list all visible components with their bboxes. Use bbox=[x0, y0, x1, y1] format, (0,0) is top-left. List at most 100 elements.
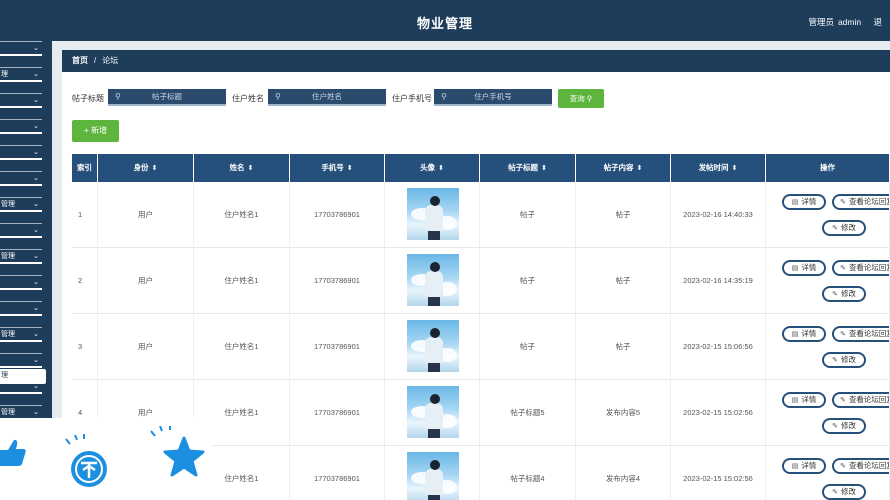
edit-icon: ✎ bbox=[832, 423, 838, 430]
sidebar-item[interactable]: 管理 ⌄ bbox=[0, 197, 42, 212]
view-reply-button[interactable]: ✎ 查看论坛回复 bbox=[832, 458, 889, 474]
avatar-image bbox=[407, 188, 459, 240]
search-icon: ⚲ bbox=[115, 92, 121, 101]
edit-button[interactable]: ✎ 修改 bbox=[822, 352, 866, 368]
sidebar-item-label: 理 bbox=[1, 71, 8, 78]
sidebar-item[interactable]: 理 ⌄ bbox=[0, 67, 42, 82]
chevron-down-icon: ⌄ bbox=[33, 175, 39, 182]
table-row: 3 用户 住户姓名1 17703786901 帖子 帖子 2023-02-15 15:06:… bbox=[72, 314, 890, 380]
title-search-input[interactable]: ⚲ 帖子标题 bbox=[108, 89, 226, 106]
cell-actions: ▤ 详情 ✎ 查看论坛回复 ✎ 修改 bbox=[766, 182, 890, 248]
column-header: 索引 bbox=[72, 154, 98, 182]
sort-icon: ⬍ bbox=[636, 165, 643, 172]
user-role: 管理员 bbox=[808, 17, 834, 27]
edit-button[interactable]: ✎ 修改 bbox=[822, 220, 866, 236]
edit-icon: ✎ bbox=[840, 331, 846, 338]
column-header[interactable]: 发帖时间 ⬍ bbox=[671, 154, 766, 182]
chevron-down-icon: ⌄ bbox=[33, 149, 39, 156]
top-header: 物业管理 管理员 admin 退 bbox=[0, 0, 890, 41]
logout-link[interactable]: 退 bbox=[873, 17, 882, 27]
column-header[interactable]: 姓名 ⬍ bbox=[194, 154, 290, 182]
column-header[interactable]: 手机号 ⬍ bbox=[290, 154, 385, 182]
document-icon: ▤ bbox=[791, 199, 799, 206]
avatar-image bbox=[407, 254, 459, 306]
cell-title: 帖子标题4 bbox=[480, 446, 576, 500]
sidebar-item[interactable]: 管理 ⌄ bbox=[0, 249, 42, 264]
cell-avatar bbox=[385, 248, 480, 314]
name-search-input[interactable]: ⚲ 住户姓名 bbox=[268, 89, 386, 106]
query-button[interactable]: 查询 ⚲ bbox=[558, 89, 604, 108]
column-header[interactable]: 帖子标题 ⬍ bbox=[480, 154, 576, 182]
cell-content: 帖子 bbox=[576, 182, 671, 248]
cell-identity: 用户 bbox=[98, 248, 194, 314]
view-reply-button[interactable]: ✎ 查看论坛回复 bbox=[832, 326, 889, 342]
edit-button[interactable]: ✎ 修改 bbox=[822, 286, 866, 302]
search-icon: ⚲ bbox=[275, 92, 281, 101]
table-header: 索引 身份 ⬍ 姓名 ⬍ 手机号 ⬍ 头像 ⬍ 帖子标题 ⬍ 帖子内容 ⬍ 发帖时间 ⬍ 操作 bbox=[72, 154, 890, 182]
edit-button[interactable]: ✎ 修改 bbox=[822, 418, 866, 434]
cell-avatar bbox=[385, 446, 480, 500]
sort-icon: ⬍ bbox=[731, 165, 738, 172]
view-reply-button[interactable]: ✎ 查看论坛回复 bbox=[832, 392, 889, 408]
column-header[interactable]: 头像 ⬍ bbox=[385, 154, 480, 182]
thumbs-up-icon[interactable] bbox=[0, 438, 26, 466]
cell-title: 帖子标题5 bbox=[480, 380, 576, 446]
chevron-down-icon: ⌄ bbox=[33, 279, 39, 286]
cell-title: 帖子 bbox=[480, 314, 576, 380]
coin-icon[interactable] bbox=[62, 434, 116, 488]
sidebar-item[interactable]: ⌄ bbox=[0, 275, 42, 290]
chevron-down-icon: ⌄ bbox=[33, 97, 39, 104]
sidebar-item[interactable]: ⌄ bbox=[0, 353, 42, 368]
detail-button[interactable]: ▤ 详情 bbox=[782, 326, 826, 342]
sidebar-item[interactable]: ⌄ bbox=[0, 93, 42, 108]
chevron-down-icon: ⌄ bbox=[33, 45, 39, 52]
detail-button[interactable]: ▤ 详情 bbox=[782, 392, 826, 408]
breadcrumb-separator: / bbox=[94, 56, 97, 65]
detail-button[interactable]: ▤ 详情 bbox=[782, 194, 826, 210]
sidebar-item[interactable]: 管理 ⌄ bbox=[0, 327, 42, 342]
sidebar-item[interactable]: ⌄ bbox=[0, 171, 42, 186]
cell-content: 发布内容5 bbox=[576, 380, 671, 446]
chevron-down-icon: ⌄ bbox=[33, 331, 39, 338]
detail-button[interactable]: ▤ 详情 bbox=[782, 260, 826, 276]
cell-content: 帖子 bbox=[576, 314, 671, 380]
cell-idx: 1 bbox=[72, 182, 98, 248]
sidebar-item-label: 管理 bbox=[1, 253, 15, 260]
breadcrumb-home[interactable]: 首页 bbox=[72, 56, 88, 65]
view-reply-button[interactable]: ✎ 查看论坛回复 bbox=[832, 194, 889, 210]
avatar-image bbox=[407, 386, 459, 438]
edit-icon: ✎ bbox=[840, 199, 846, 206]
view-reply-button[interactable]: ✎ 查看论坛回复 bbox=[832, 260, 889, 276]
column-header[interactable]: 身份 ⬍ bbox=[98, 154, 194, 182]
cell-phone: 17703786901 bbox=[290, 380, 385, 446]
avatar-image bbox=[407, 452, 459, 500]
edit-icon: ✎ bbox=[832, 225, 838, 232]
sidebar-item-label: 管理 bbox=[1, 331, 15, 338]
edit-icon: ✎ bbox=[832, 291, 838, 298]
detail-button[interactable]: ▤ 详情 bbox=[782, 458, 826, 474]
table-row: 2 用户 住户姓名1 17703786901 帖子 帖子 2023-02-16 14:35:… bbox=[72, 248, 890, 314]
document-icon: ▤ bbox=[791, 397, 799, 404]
cell-actions: ▤ 详情 ✎ 查看论坛回复 ✎ 修改 bbox=[766, 380, 890, 446]
sidebar-item[interactable]: ⌄ bbox=[0, 119, 42, 134]
cell-phone: 17703786901 bbox=[290, 248, 385, 314]
cell-idx: 2 bbox=[72, 248, 98, 314]
cell-avatar bbox=[385, 314, 480, 380]
document-icon: ▤ bbox=[791, 265, 799, 272]
star-icon[interactable] bbox=[150, 426, 206, 482]
cell-title: 帖子 bbox=[480, 182, 576, 248]
sort-icon: ⬍ bbox=[346, 165, 353, 172]
sidebar-item[interactable]: ⌄ bbox=[0, 301, 42, 316]
column-header[interactable]: 帖子内容 ⬍ bbox=[576, 154, 671, 182]
cell-time: 2023-02-15 15:02:56 bbox=[671, 446, 766, 500]
edit-icon: ✎ bbox=[840, 463, 846, 470]
sidebar-item[interactable]: ⌄ bbox=[0, 145, 42, 160]
cell-identity: 用户 bbox=[98, 314, 194, 380]
sidebar-item[interactable]: ⌄ bbox=[0, 41, 42, 56]
edit-button[interactable]: ✎ 修改 bbox=[822, 484, 866, 500]
add-button[interactable]: + 新增 bbox=[72, 120, 119, 142]
sort-icon: ⬍ bbox=[541, 165, 547, 172]
sidebar-item[interactable]: ⌄ bbox=[0, 223, 42, 238]
sidebar-subitem-active[interactable]: 理 bbox=[0, 369, 46, 384]
phone-search-input[interactable]: ⚲ 住户手机号 bbox=[434, 89, 552, 106]
